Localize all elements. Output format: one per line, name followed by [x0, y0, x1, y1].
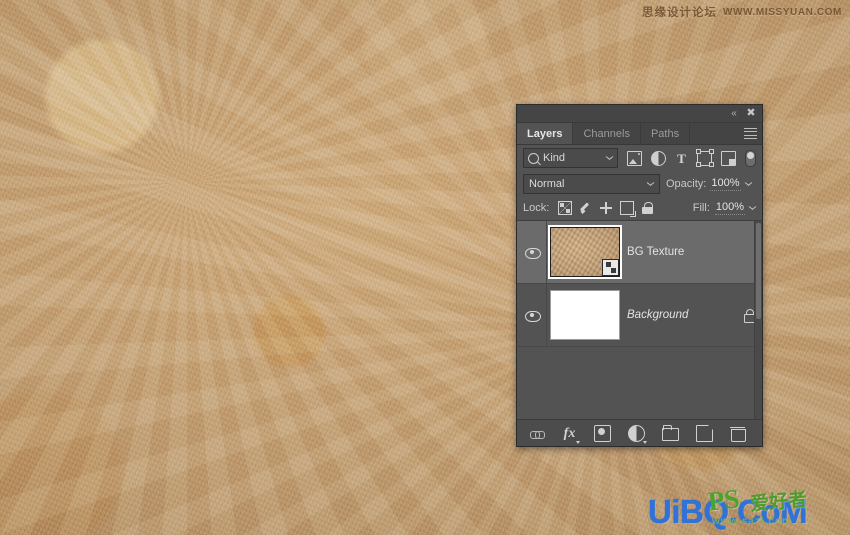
- scrollbar-thumb[interactable]: [756, 223, 761, 319]
- new-layer-icon[interactable]: [696, 424, 713, 442]
- filter-kind-select[interactable]: Kind: [523, 148, 618, 168]
- lock-transparent-pixels-icon[interactable]: [558, 201, 573, 215]
- watermark-top-chinese: 思缘设计论坛: [641, 5, 717, 19]
- watermark-bottom: UiBQ.CoM PS 爱好者 www.sazi.com: [646, 483, 846, 533]
- filter-adjustment-layers-icon[interactable]: [651, 150, 666, 166]
- eye-icon[interactable]: [524, 247, 541, 259]
- tab-paths-label: Paths: [650, 127, 680, 140]
- chevron-down-icon[interactable]: [647, 182, 654, 186]
- layer-visibility-cell[interactable]: [517, 221, 547, 283]
- panel-menu-icon[interactable]: [744, 128, 757, 139]
- chevron-down-icon[interactable]: [606, 156, 613, 160]
- filter-enable-toggle[interactable]: [745, 149, 756, 167]
- tab-layers-label: Layers: [527, 127, 563, 140]
- lock-row: Lock: Fill: 100%: [517, 196, 762, 221]
- chevron-down-icon[interactable]: [749, 206, 756, 210]
- layer-row-bg-texture[interactable]: BG Texture: [517, 221, 762, 284]
- fill-label: Fill:: [692, 202, 710, 214]
- tab-channels-label: Channels: [583, 127, 630, 140]
- layers-panel-footer: fx: [517, 419, 762, 446]
- filter-smart-objects-icon[interactable]: [721, 150, 736, 166]
- layer-thumbnail[interactable]: [550, 290, 620, 340]
- delete-layer-icon[interactable]: [730, 426, 746, 442]
- opacity-label: Opacity:: [666, 177, 707, 190]
- filter-type-icons: T: [627, 149, 756, 167]
- watermark-ps-logo: PS: [706, 483, 741, 517]
- filter-pixel-layers-icon[interactable]: [627, 150, 642, 166]
- layer-name-bg-texture[interactable]: BG Texture: [623, 246, 736, 258]
- watermark-top-url: WWW.MISSYUAN.COM: [722, 6, 842, 18]
- tab-channels[interactable]: Channels: [573, 123, 641, 144]
- layers-panel: « ✖ Layers Channels Paths Kind T Normal …: [516, 104, 763, 447]
- blend-mode-row: Normal Opacity: 100%: [517, 171, 762, 196]
- layer-visibility-cell[interactable]: [517, 284, 547, 346]
- magnifier-icon: [528, 152, 539, 164]
- collapse-to-icons-icon[interactable]: «: [728, 108, 740, 119]
- lock-label: Lock:: [523, 202, 550, 214]
- blend-mode-value: Normal: [529, 177, 565, 190]
- new-group-icon[interactable]: [662, 424, 679, 441]
- lock-position-icon[interactable]: [600, 202, 613, 214]
- add-layer-style-icon[interactable]: fx: [562, 426, 580, 444]
- watermark-top: 思缘设计论坛 WWW.MISSYUAN.COM: [642, 4, 842, 20]
- panel-titlebar[interactable]: « ✖: [517, 105, 762, 123]
- fill-group: Fill: 100%: [693, 201, 756, 215]
- smart-object-badge-icon: [602, 259, 619, 276]
- filter-type-layers-icon[interactable]: T: [675, 152, 688, 165]
- thumbnail-white-image: [550, 290, 620, 340]
- tab-layers[interactable]: Layers: [517, 123, 574, 144]
- layer-list: BG Texture Background: [517, 221, 762, 419]
- lock-artboard-nesting-icon[interactable]: [620, 201, 637, 217]
- layer-row-background[interactable]: Background: [517, 284, 762, 347]
- layer-filter-row: Kind T: [517, 145, 762, 171]
- opacity-group: Opacity: 100%: [666, 177, 752, 191]
- filter-kind-label: Kind: [543, 152, 566, 164]
- layer-list-scrollbar[interactable]: [754, 221, 762, 419]
- layer-thumbnail[interactable]: [548, 225, 622, 279]
- fill-input[interactable]: 100%: [714, 201, 745, 215]
- watermark-logo-chinese: 爱好者: [749, 488, 808, 516]
- panel-tab-bar: Layers Channels Paths: [517, 123, 762, 145]
- opacity-input[interactable]: 100%: [710, 177, 741, 191]
- watermark-sub-url: www.sazi.com: [712, 516, 792, 527]
- new-fill-adjustment-layer-icon[interactable]: [628, 424, 647, 444]
- padlock-icon: [743, 309, 757, 323]
- close-icon[interactable]: ✖: [745, 107, 757, 119]
- filter-shape-layers-icon[interactable]: [695, 149, 714, 167]
- lock-all-icon[interactable]: [642, 202, 654, 214]
- eye-icon[interactable]: [524, 310, 541, 322]
- chevron-down-icon[interactable]: [745, 182, 752, 186]
- layer-name-background[interactable]: Background: [623, 309, 736, 321]
- layer-thumbnail-cell[interactable]: [547, 290, 623, 340]
- add-layer-mask-icon[interactable]: [594, 424, 611, 442]
- tab-paths[interactable]: Paths: [641, 123, 691, 144]
- layer-thumbnail-cell[interactable]: [547, 225, 623, 279]
- blend-mode-select[interactable]: Normal: [523, 173, 660, 194]
- lock-image-pixels-icon[interactable]: [580, 202, 592, 214]
- link-layers-icon[interactable]: [530, 426, 545, 441]
